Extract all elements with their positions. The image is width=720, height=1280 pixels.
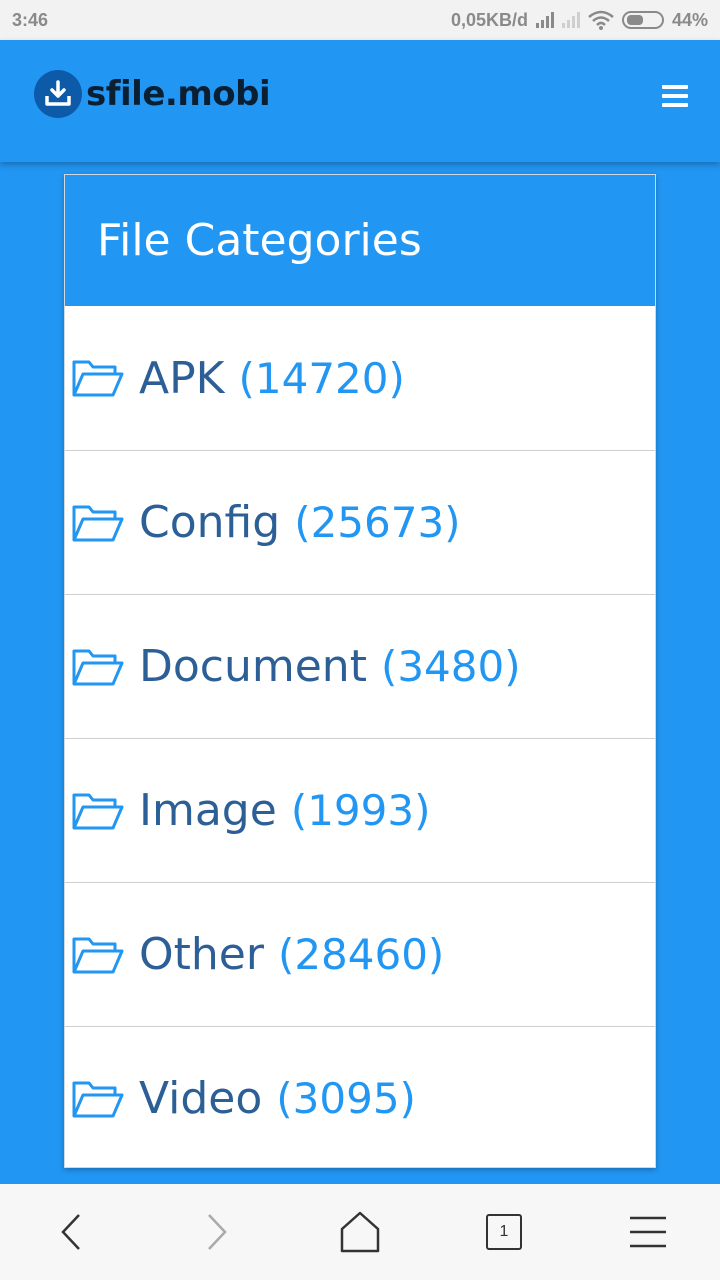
category-item-video[interactable]: Video (3095) [65,1026,655,1170]
home-icon [340,1211,380,1253]
category-name: Other [139,929,264,980]
category-count: (25673) [294,498,461,547]
battery-level: 44% [671,9,708,30]
category-name: Config [139,497,281,548]
card-header: File Categories [65,175,655,306]
wifi-icon [588,10,614,30]
category-item-apk[interactable]: APK (14720) [65,306,655,450]
status-bar: 3:46 0,05KB/d 44% [0,0,720,40]
tab-count: 1 [486,1214,522,1250]
site-logo[interactable]: sfile.mobi [34,70,271,118]
hamburger-menu-icon[interactable] [662,85,688,107]
category-list: APK (14720) Config (25673) Document (3480) Ima… [65,306,655,1170]
network-speed: 0,05KB/d [450,9,528,30]
card-title: File Categories [97,215,422,266]
category-name: Document [139,641,367,692]
back-button[interactable] [42,1202,102,1262]
tabs-button[interactable]: 1 [474,1202,534,1262]
chevron-right-icon [208,1214,227,1250]
forward-button[interactable] [186,1202,246,1262]
home-button[interactable] [330,1202,390,1262]
download-icon [34,70,82,118]
chevron-left-icon [61,1214,80,1250]
category-count: (1993) [290,786,431,835]
folder-open-icon [72,505,124,541]
site-header: sfile.mobi [0,40,720,162]
browser-nav-bar: 1 [0,1184,720,1280]
logo-text: sfile.mobi [86,74,271,114]
category-item-other[interactable]: Other (28460) [65,882,655,1026]
category-item-config[interactable]: Config (25673) [65,450,655,594]
category-item-document[interactable]: Document (3480) [65,594,655,738]
category-name: APK [139,352,225,404]
category-count: (14720) [238,353,405,403]
battery-icon [621,11,664,29]
menu-button[interactable] [618,1202,678,1262]
status-time: 3:46 [12,9,49,30]
category-count: (28460) [277,930,445,979]
category-name: Video [139,1073,263,1124]
signal-icon [535,12,554,28]
signal-2-icon [561,12,580,28]
folder-open-icon [72,1081,124,1117]
category-item-image[interactable]: Image (1993) [65,738,655,882]
folder-open-icon [72,360,124,397]
status-indicators: 0,05KB/d 44% [451,10,708,31]
folder-open-icon [72,793,124,829]
category-count: (3095) [276,1074,416,1123]
category-name: Image [139,785,277,836]
folder-open-icon [72,649,124,685]
category-count: (3480) [380,642,521,691]
menu-lines-icon [630,1216,666,1248]
folder-open-icon [72,937,124,973]
file-categories-card: File Categories APK (14720) Config (25673) D… [64,174,656,1168]
